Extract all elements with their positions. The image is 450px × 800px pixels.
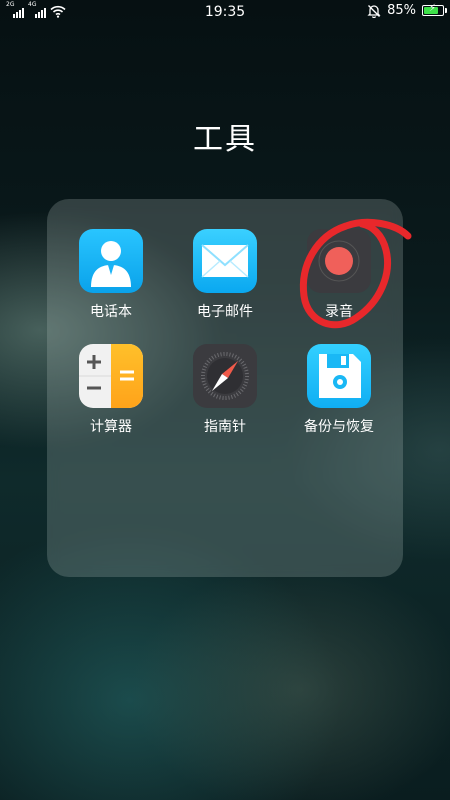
battery-icon: ⚡ xyxy=(422,3,447,16)
app-label: 备份与恢复 xyxy=(304,419,374,435)
charging-bolt-icon: ⚡ xyxy=(429,3,437,14)
app-label: 电话本 xyxy=(90,304,132,320)
app-label: 电子邮件 xyxy=(197,304,253,320)
app-compass[interactable]: 指南针 xyxy=(170,344,280,436)
battery-percent: 85% xyxy=(387,3,416,18)
app-label: 计算器 xyxy=(90,419,132,435)
app-recorder[interactable]: 录音 xyxy=(284,229,394,321)
folder-title[interactable]: 工具 xyxy=(0,114,450,158)
app-email[interactable]: 电子邮件 xyxy=(170,229,280,321)
app-calculator[interactable]: 计算器 xyxy=(56,344,166,436)
app-contacts[interactable]: 电话本 xyxy=(56,229,166,321)
app-label: 录音 xyxy=(325,304,353,320)
compass-icon[interactable] xyxy=(193,344,257,408)
mute-bell-icon xyxy=(367,4,381,18)
contacts-icon[interactable] xyxy=(79,229,143,293)
recorder-icon[interactable] xyxy=(307,229,371,293)
calculator-icon[interactable] xyxy=(79,344,143,408)
app-label: 指南针 xyxy=(204,419,246,435)
status-right-group: 85% ⚡ xyxy=(367,3,447,18)
status-bar: 2G 4G 19:35 85% ⚡ xyxy=(0,0,450,24)
email-icon[interactable] xyxy=(193,229,257,293)
backup-icon[interactable] xyxy=(307,344,371,408)
app-backup[interactable]: 备份与恢复 xyxy=(284,344,394,436)
folder-panel: 电话本 电子邮件 录音 计算器 指南针 备份与恢复 xyxy=(47,199,403,577)
